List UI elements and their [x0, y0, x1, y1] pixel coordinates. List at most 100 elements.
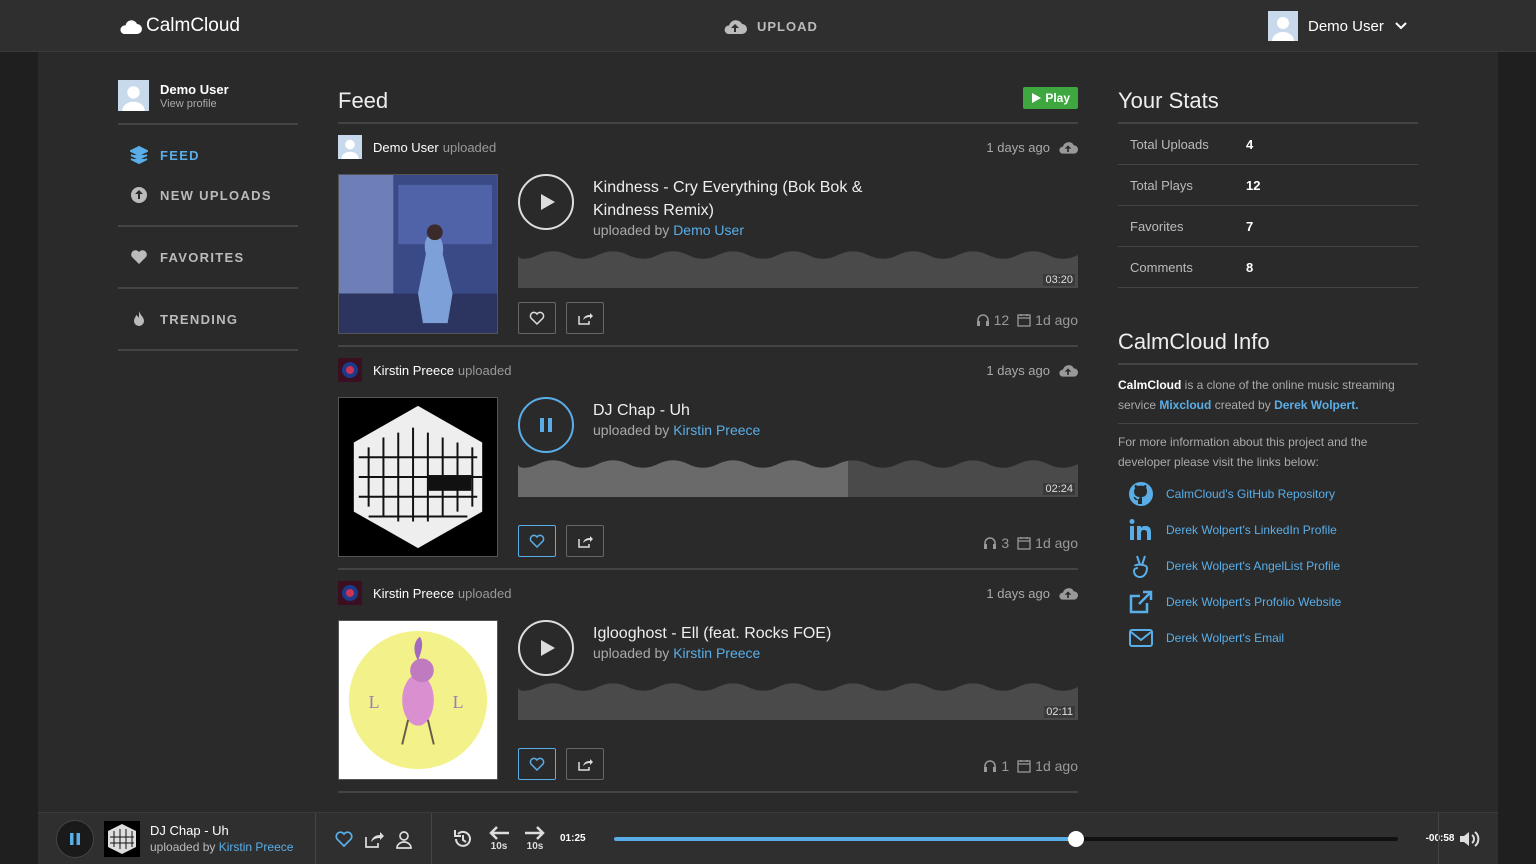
upload-date: 1d ago [1017, 312, 1078, 328]
avatar[interactable] [338, 358, 362, 382]
waveform[interactable]: 02:24 [518, 459, 1078, 497]
favorite-button[interactable] [518, 525, 556, 557]
seek-bar-fill [613, 836, 1077, 841]
pause-button[interactable] [518, 397, 574, 453]
track-actions [518, 525, 604, 557]
sidebar-item-label: FAVORITES [160, 249, 245, 265]
track-title[interactable]: Iglooghost - Ell (feat. Rocks FOE) [593, 622, 893, 645]
bottom-player: DJ Chap - Uh uploaded by Kirstin Preece … [38, 812, 1498, 864]
seek-handle[interactable] [1068, 830, 1085, 847]
volume-button[interactable] [1438, 813, 1498, 864]
website-link[interactable]: Derek Wolpert's Profolio Website [1118, 584, 1418, 620]
post-user-link[interactable]: Kirstin Preece [373, 363, 454, 378]
logo[interactable]: CalmCloud [118, 15, 240, 37]
sidebar-item-feed[interactable]: FEED [118, 135, 298, 175]
cloud-upload-icon [1059, 365, 1078, 377]
play-all-button[interactable]: Play [1023, 87, 1078, 109]
post-header: Kirstin Preece uploaded 1 days ago [338, 581, 1078, 605]
sidebar-item-favorites[interactable]: FAVORITES [118, 237, 298, 277]
uploader-link[interactable]: Demo User [673, 222, 744, 238]
play-button[interactable] [518, 620, 574, 676]
calendar-icon [1017, 760, 1031, 773]
track-uploader: uploaded by Kirstin Preece [593, 422, 760, 438]
favorite-button[interactable] [518, 302, 556, 334]
share-icon[interactable] [364, 829, 384, 849]
now-playing-cover[interactable] [104, 820, 140, 857]
play-count-text: 1 [1001, 758, 1010, 774]
post-time-text: 1 days ago [986, 362, 1050, 378]
track-uploader: uploaded by Demo User [593, 222, 744, 238]
link-label[interactable]: Derek Wolpert's LinkedIn Profile [1166, 523, 1337, 537]
sidebar-item-label: FEED [160, 147, 200, 163]
email-link[interactable]: Derek Wolpert's Email [1118, 620, 1418, 656]
upload-date: 1d ago [1017, 758, 1078, 774]
external-link-icon [1129, 590, 1153, 614]
calendar-icon [1017, 537, 1031, 550]
skip-back-button[interactable]: 10s [488, 825, 510, 852]
play-icon [541, 640, 555, 656]
track-meta: 12 1d ago [976, 312, 1078, 328]
calendar-icon [1017, 314, 1031, 327]
track-cover-image[interactable] [338, 174, 498, 334]
skip-forward-button[interactable]: 10s [524, 825, 546, 852]
wave-edge [518, 682, 1078, 691]
post-user-link[interactable]: Kirstin Preece [373, 586, 454, 601]
view-profile-link[interactable]: View profile [160, 98, 229, 110]
link-label[interactable]: Derek Wolpert's Profolio Website [1166, 595, 1341, 609]
cloud-icon [120, 20, 142, 34]
track-title[interactable]: Kindness - Cry Everything (Bok Bok & Kin… [593, 176, 893, 222]
play-count: 3 [983, 535, 1009, 551]
github-link[interactable]: CalmCloud's GitHub Repository [1118, 476, 1418, 512]
skip-forward-label: 10s [526, 841, 544, 852]
avatar[interactable] [338, 581, 362, 605]
user-menu[interactable]: Demo User [1268, 11, 1408, 41]
waveform[interactable]: 02:11 [518, 682, 1078, 720]
play-button[interactable] [518, 174, 574, 230]
user-silhouette-icon [118, 80, 149, 111]
track-player: Kindness - Cry Everything (Bok Bok & Kin… [518, 174, 1078, 334]
uploader-link[interactable]: Kirstin Preece [673, 422, 760, 438]
linkedin-icon [1129, 519, 1151, 540]
share-button[interactable] [566, 302, 604, 334]
logo-text: CalmCloud [146, 15, 240, 36]
post-time: 1 days ago [986, 138, 1078, 156]
cover-art [339, 398, 497, 556]
player-pause-button[interactable] [56, 819, 94, 858]
uploader-link[interactable]: Kirstin Preece [673, 645, 760, 661]
track-cover-image[interactable] [338, 397, 498, 557]
track-cover-image[interactable]: L L [338, 620, 498, 780]
seek-bar[interactable] [613, 830, 1398, 847]
track-title[interactable]: DJ Chap - Uh [593, 399, 893, 422]
stat-row: Total Plays 12 [1118, 165, 1418, 206]
uploader-link[interactable]: Kirstin Preece [219, 840, 294, 854]
sidebar-item-new-uploads[interactable]: NEW UPLOADS [118, 175, 298, 215]
share-button[interactable] [566, 525, 604, 557]
track-duration: 02:11 [1044, 706, 1075, 718]
share-button[interactable] [566, 748, 604, 780]
link-label[interactable]: CalmCloud's GitHub Repository [1166, 487, 1335, 501]
replay-icon[interactable] [452, 828, 474, 850]
arrow-left-icon [489, 826, 509, 840]
heart-outline-icon[interactable] [334, 829, 354, 849]
user-silhouette-icon [338, 135, 362, 159]
share-icon [578, 759, 593, 771]
user-icon[interactable] [394, 829, 414, 849]
link-label[interactable]: Derek Wolpert's AngelList Profile [1166, 559, 1340, 573]
top-nav: CalmCloud UPLOAD Demo User [0, 0, 1536, 52]
link-label[interactable]: Derek Wolpert's Email [1166, 631, 1284, 645]
favorite-button[interactable] [518, 748, 556, 780]
user-name: Demo User [1308, 17, 1384, 35]
mixcloud-link[interactable]: Mixcloud [1159, 398, 1211, 412]
upload-link[interactable]: UPLOAD [723, 16, 818, 36]
linkedin-link[interactable]: Derek Wolpert's LinkedIn Profile [1118, 512, 1418, 548]
avatar[interactable] [338, 135, 362, 159]
post-user-link[interactable]: Demo User [373, 140, 439, 155]
sidebar-profile[interactable]: Demo User View profile [118, 80, 298, 125]
waveform[interactable]: 03:20 [518, 250, 1078, 288]
stat-row: Comments 8 [1118, 247, 1418, 288]
author-link[interactable]: Derek Wolpert. [1274, 398, 1358, 412]
angellist-link[interactable]: Derek Wolpert's AngelList Profile [1118, 548, 1418, 584]
svg-text:L: L [453, 692, 464, 712]
sidebar-item-trending[interactable]: TRENDING [118, 299, 298, 339]
now-playing-title[interactable]: DJ Chap - Uh [150, 823, 293, 838]
